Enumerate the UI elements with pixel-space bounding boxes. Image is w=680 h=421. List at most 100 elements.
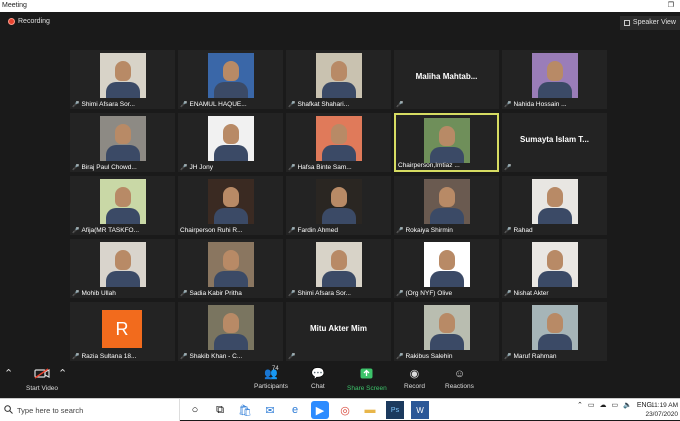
tray-chevron-icon[interactable]: ⌃ — [577, 401, 583, 409]
participant-name-bar: 🎤 Biraj Paul Chowd... — [72, 164, 173, 171]
participant-name-bar: 🎤 Nishat Akter — [504, 290, 605, 297]
network-icon[interactable]: ▭ — [588, 401, 595, 409]
participant-body — [105, 145, 140, 161]
participant-tile[interactable]: 🎤 Nishat Akter — [502, 239, 607, 298]
participant-tile[interactable]: 🎤 Mohib Ullah — [70, 239, 175, 298]
word-icon[interactable]: W — [411, 401, 429, 419]
participant-tile[interactable]: 🎤 JH Jony — [178, 113, 283, 172]
participant-face — [438, 126, 455, 146]
participant-tile[interactable]: 🎤 ENAMUL HAQUE... — [178, 50, 283, 109]
participant-tile[interactable]: 🎤 Shafkat Shahari... — [286, 50, 391, 109]
participants-count: 74 — [272, 366, 279, 372]
participant-name-bar: 🎤 Rakibus Salehin — [396, 353, 497, 360]
participant-tile[interactable]: 🎤 Shimi Afsara Sor... — [286, 239, 391, 298]
chat-label: Chat — [311, 383, 325, 390]
share-screen-label: Share Screen — [347, 385, 387, 392]
speaker-view-button[interactable]: Speaker View — [619, 16, 680, 30]
participant-tile[interactable]: 🎤 Rahad — [502, 176, 607, 235]
participant-tile[interactable]: 🎤 Sadia Kabir Pritha — [178, 239, 283, 298]
zoom-icon[interactable]: ▶ — [311, 401, 329, 419]
participant-video — [315, 53, 362, 98]
battery-icon[interactable]: ▭ — [611, 401, 618, 409]
participant-name: Rakibus Salehin — [405, 353, 453, 360]
participant-tile[interactable]: 🎤 Hafsa Binte Sam... — [286, 113, 391, 172]
recording-indicator[interactable]: Recording — [8, 18, 50, 25]
video-menu-chevron[interactable]: ⌃ — [58, 368, 67, 380]
participant-video — [315, 116, 362, 161]
participant-body — [537, 271, 572, 287]
taskbar-search-box[interactable]: Type here to search — [0, 399, 180, 421]
chrome-icon[interactable]: ◎ — [336, 401, 354, 419]
participant-tile[interactable]: 🎤 Shakib Khan - C... — [178, 302, 283, 361]
participant-name: Shimi Afsara Sor... — [81, 101, 135, 108]
participant-tile[interactable]: Sumayta Islam T... 🎤 — [502, 113, 607, 172]
participant-face — [222, 250, 239, 270]
participant-tile[interactable]: 🎤 Afija(MR TASKFO... — [70, 176, 175, 235]
participant-name-bar: 🎤 — [504, 164, 605, 171]
photoshop-icon[interactable]: Ps — [386, 401, 404, 419]
participant-tile[interactable]: R 🎤 Razia Sultana 18... — [70, 302, 175, 361]
share-screen-button[interactable]: Share Screen — [347, 368, 387, 392]
window-titlebar: Meeting ❐ — [0, 0, 680, 12]
clock-time: 11:19 AM — [651, 402, 678, 409]
record-label: Record — [404, 383, 425, 390]
mic-muted-icon: 🎤 — [288, 354, 296, 360]
participant-face — [222, 61, 239, 81]
participant-tile[interactable]: 🎤 Rakibus Salehin — [394, 302, 499, 361]
windows-taskbar: Type here to search ○ ⧉ 🛍 ✉ e ▶ ◎ ▬ Ps W… — [0, 398, 680, 421]
participants-button[interactable]: 👥 74 Participants — [254, 366, 288, 390]
participant-body — [429, 271, 464, 287]
participant-tile[interactable]: 🎤 Biraj Paul Chowd... — [70, 113, 175, 172]
file-explorer-icon[interactable]: ▬ — [361, 401, 379, 419]
participant-video — [207, 242, 254, 287]
participant-name-bar: 🎤 — [288, 353, 389, 360]
participant-body — [105, 271, 140, 287]
participant-display-name: Maliha Mahtab... — [415, 72, 478, 81]
system-tray: ⌃ ▭ ☁ ▭ 🔈 ENG — [577, 401, 652, 410]
reactions-button[interactable]: ☺ Reactions — [445, 368, 474, 390]
participant-tile[interactable]: Maliha Mahtab... 🎤 — [394, 50, 499, 109]
participant-body — [213, 145, 248, 161]
taskbar-pinned-apps: ○ ⧉ 🛍 ✉ e ▶ ◎ ▬ Ps W — [186, 401, 429, 419]
participant-tile[interactable]: 🎤 Shimi Afsara Sor... — [70, 50, 175, 109]
mic-muted-icon: 🎤 — [504, 354, 512, 360]
volume-icon[interactable]: 🔈 — [623, 401, 632, 409]
participant-face — [546, 61, 563, 81]
participant-face — [222, 124, 239, 144]
participant-display-name: Mitu Akter Mim — [309, 324, 368, 333]
participant-body — [213, 271, 248, 287]
participant-tile[interactable]: 🎤 (Org NYF) Olive — [394, 239, 499, 298]
participant-body — [429, 208, 464, 224]
cloud-icon[interactable]: ☁ — [599, 401, 606, 409]
participant-video — [423, 118, 470, 163]
mic-muted-icon: 🎤 — [72, 354, 80, 360]
participant-tile[interactable]: 🎤 Nahida Hossain ... — [502, 50, 607, 109]
mic-muted-icon: 🎤 — [180, 102, 188, 108]
participant-face — [222, 313, 239, 333]
audio-menu-chevron[interactable]: ⌃ — [4, 368, 13, 380]
participant-name: Biraj Paul Chowd... — [81, 164, 137, 171]
restore-window-button[interactable]: ❐ — [668, 0, 674, 12]
participant-tile[interactable]: 🎤 Fardin Ahmed — [286, 176, 391, 235]
participant-face — [330, 124, 347, 144]
taskbar-clock[interactable]: 11:19 AM 23/07/2020 — [645, 401, 678, 419]
cortana-icon[interactable]: ○ — [186, 401, 204, 419]
participant-tile[interactable]: Chairperson,Imtiaz ... — [394, 113, 499, 172]
start-video-button[interactable]: Start Video — [26, 368, 58, 392]
participant-tile[interactable]: 🎤 Maruf Rahman — [502, 302, 607, 361]
participant-name: Shakib Khan - C... — [189, 353, 243, 360]
edge-icon[interactable]: e — [286, 401, 304, 419]
mail-icon[interactable]: ✉ — [261, 401, 279, 419]
participant-face — [330, 250, 347, 270]
participant-tile[interactable]: Chairperson Ruhi R... — [178, 176, 283, 235]
recording-icon — [8, 18, 15, 25]
record-button[interactable]: ◉ Record — [404, 368, 425, 390]
participant-tile[interactable]: 🎤 Rokaiya Shirmin — [394, 176, 499, 235]
store-icon[interactable]: 🛍 — [236, 401, 254, 419]
participant-tile[interactable]: Mitu Akter Mim 🎤 — [286, 302, 391, 361]
meeting-toolbar: ⌃ Start Video ⌃ 👥 74 Participants 💬 Chat… — [0, 362, 680, 398]
participant-name-bar: Chairperson Ruhi R... — [180, 227, 281, 234]
task-view-icon[interactable]: ⧉ — [211, 401, 229, 419]
chat-button[interactable]: 💬 Chat — [311, 368, 325, 390]
video-off-icon — [34, 368, 50, 382]
